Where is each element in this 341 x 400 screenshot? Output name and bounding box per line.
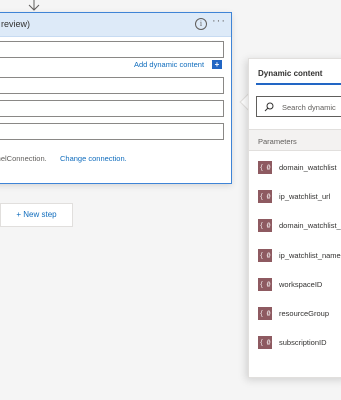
parameter-item[interactable]: { @ } ip_watchlist_url — [249, 182, 341, 213]
action-card: review) i ··· Add dynamic content + inel… — [0, 12, 232, 184]
card-header[interactable]: review) i ··· — [0, 13, 231, 37]
add-icon[interactable]: + — [212, 60, 222, 69]
more-options-icon[interactable]: ··· — [212, 15, 226, 27]
parameter-item[interactable]: { @ } domain_watchlist — [249, 153, 341, 184]
parameter-icon: { @ } — [258, 336, 272, 359]
parameter-icon: { @ } — [258, 190, 272, 213]
parameter-label: domain_watchlist — [279, 163, 337, 172]
search-icon — [264, 102, 274, 112]
new-step-button[interactable]: + New step — [0, 203, 73, 227]
tab-underline — [256, 83, 341, 85]
search-input[interactable]: Search dynamic — [256, 96, 341, 117]
card-title: review) — [1, 19, 31, 29]
connection-text: inelConnection. — [0, 154, 47, 163]
info-icon[interactable]: i — [195, 18, 207, 30]
tab-dynamic-content[interactable]: Dynamic content — [258, 69, 322, 78]
down-arrow-icon — [28, 0, 40, 11]
parameter-icon: { @ } — [258, 278, 272, 301]
parameter-icon: { @ } — [258, 307, 272, 330]
parameter-item[interactable]: { @ } ip_watchlist_name — [249, 241, 341, 272]
parameter-label: ip_watchlist_url — [279, 192, 331, 201]
parameter-label: ip_watchlist_name — [279, 251, 341, 260]
parameter-item[interactable]: { @ } domain_watchlist_ — [249, 211, 341, 242]
parameter-label: subscriptionID — [279, 338, 327, 347]
input-field-1[interactable] — [0, 41, 224, 58]
parameter-label: resourceGroup — [279, 309, 330, 318]
search-placeholder: Search dynamic — [282, 103, 336, 112]
parameter-item[interactable]: { @ } subscriptionID — [249, 328, 341, 359]
section-label: Parameters — [258, 137, 297, 146]
change-connection-link[interactable]: Change connection. — [60, 154, 127, 163]
dynamic-content-panel: Dynamic content Search dynamic Parameter… — [248, 58, 341, 378]
parameter-item[interactable]: { @ } workspaceID — [249, 270, 341, 301]
parameter-label: domain_watchlist_ — [279, 221, 341, 230]
parameter-icon: { @ } — [258, 219, 272, 242]
input-field-3[interactable] — [0, 100, 224, 117]
input-field-2[interactable] — [0, 77, 224, 94]
parameter-icon: { @ } — [258, 249, 272, 272]
parameters-section-header[interactable]: Parameters — [249, 129, 341, 151]
input-field-4[interactable] — [0, 123, 224, 140]
parameter-label: workspaceID — [279, 280, 323, 289]
parameter-item[interactable]: { @ } resourceGroup — [249, 299, 341, 330]
parameter-icon: { @ } — [258, 161, 272, 184]
add-dynamic-content-link[interactable]: Add dynamic content — [134, 60, 204, 69]
